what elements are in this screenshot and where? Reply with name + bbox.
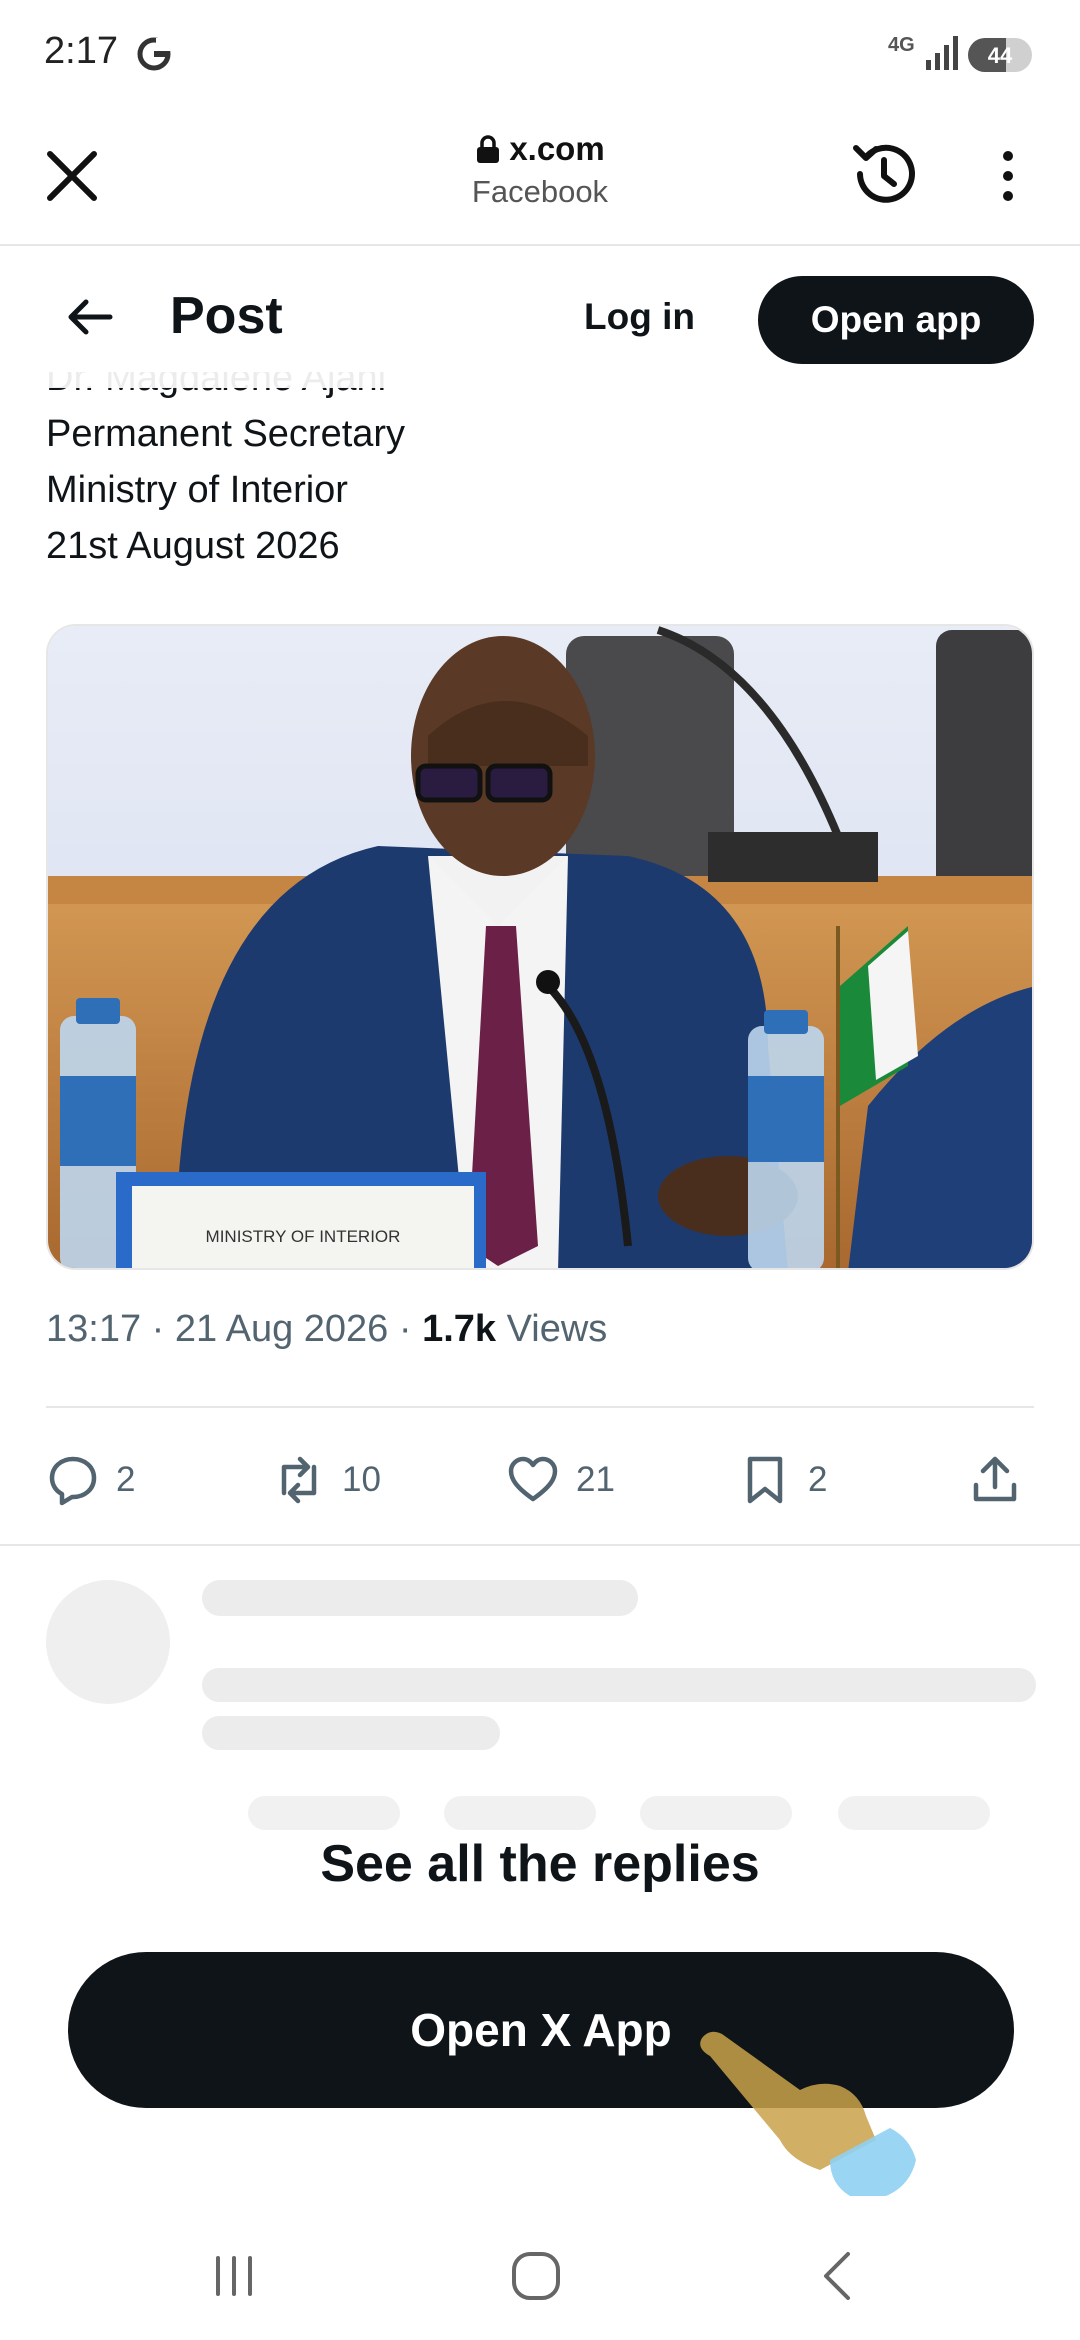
like-button[interactable]: 21	[506, 1452, 615, 1508]
repost-icon	[281, 1456, 317, 1504]
signal-icon	[926, 36, 958, 70]
login-button[interactable]: Log in	[584, 296, 695, 338]
skeleton-pill	[248, 1796, 400, 1830]
home-icon[interactable]	[506, 2246, 566, 2306]
more-options-icon[interactable]	[990, 148, 1026, 204]
share-button[interactable]	[968, 1452, 1022, 1508]
bookmark-count: 2	[808, 1460, 828, 1499]
open-app-button[interactable]: Open app	[758, 276, 1034, 364]
post-photo[interactable]: MINISTRY OF INTERIOR	[46, 624, 1034, 1270]
post-time: 13:17	[46, 1308, 142, 1350]
post-text: Dr. Magdalene Ajani Permanent Secretary …	[46, 372, 405, 574]
divider	[0, 1544, 1080, 1546]
post-actions: 2 10 21 2	[0, 1440, 1080, 1520]
post-line-date: 21st August 2026	[46, 525, 340, 567]
post-line-ministry: Ministry of Interior	[46, 469, 348, 511]
x-header: Post Log in Open app	[0, 248, 1080, 388]
bookmark-button[interactable]: 2	[738, 1452, 827, 1508]
share-icon	[973, 1456, 1017, 1502]
close-icon[interactable]	[40, 144, 104, 208]
skeleton-pill	[640, 1796, 792, 1830]
system-nav-bar	[0, 2200, 1080, 2340]
views-count: 1.7k	[422, 1308, 497, 1350]
divider	[46, 1406, 1034, 1408]
status-time: 2:17	[44, 30, 118, 72]
lock-icon	[477, 135, 500, 163]
skeleton-pill	[838, 1796, 990, 1830]
network-type: 4G	[888, 34, 915, 56]
reply-count: 2	[116, 1460, 136, 1499]
photo-plaque-text: MINISTRY OF INTERIOR	[206, 1227, 401, 1246]
skeleton-line	[202, 1716, 500, 1750]
like-count: 21	[576, 1460, 615, 1499]
back-icon[interactable]	[808, 2246, 868, 2306]
skeleton-avatar	[46, 1580, 170, 1704]
views-label: Views	[506, 1308, 608, 1350]
bookmark-icon	[747, 1456, 783, 1504]
browser-toolbar: x.com Facebook	[0, 112, 1080, 246]
skeleton-pill	[444, 1796, 596, 1830]
skeleton-line	[202, 1580, 638, 1616]
photo-illustration: MINISTRY OF INTERIOR	[48, 626, 1032, 1268]
url-subtitle: Facebook	[471, 174, 609, 209]
post-date: 21 Aug 2026	[174, 1308, 389, 1350]
heart-icon	[508, 1456, 558, 1502]
back-arrow-icon[interactable]	[64, 294, 116, 340]
repost-button[interactable]: 10	[272, 1452, 381, 1508]
see-all-replies-heading: See all the replies	[320, 1835, 760, 1893]
battery-level: 44	[987, 43, 1013, 68]
google-icon	[137, 37, 172, 71]
recent-apps-icon[interactable]	[204, 2246, 264, 2306]
pointing-hand-icon	[700, 2031, 916, 2196]
page-title: Post	[170, 287, 283, 345]
history-icon[interactable]	[846, 136, 922, 212]
battery-icon: 44	[968, 38, 1032, 72]
status-bar: 2:17 4G 44	[0, 0, 1080, 112]
reply-icon	[49, 1456, 97, 1506]
skeleton-line	[202, 1668, 1036, 1702]
repost-count: 10	[342, 1460, 381, 1499]
url-display[interactable]: x.com Facebook	[340, 130, 740, 210]
url-domain: x.com	[509, 130, 605, 167]
reply-button[interactable]: 2	[46, 1452, 135, 1508]
post-line-title: Permanent Secretary	[46, 413, 406, 455]
post-meta: 13:17 · 21 Aug 2026 · 1.7k Views	[46, 1308, 608, 1350]
